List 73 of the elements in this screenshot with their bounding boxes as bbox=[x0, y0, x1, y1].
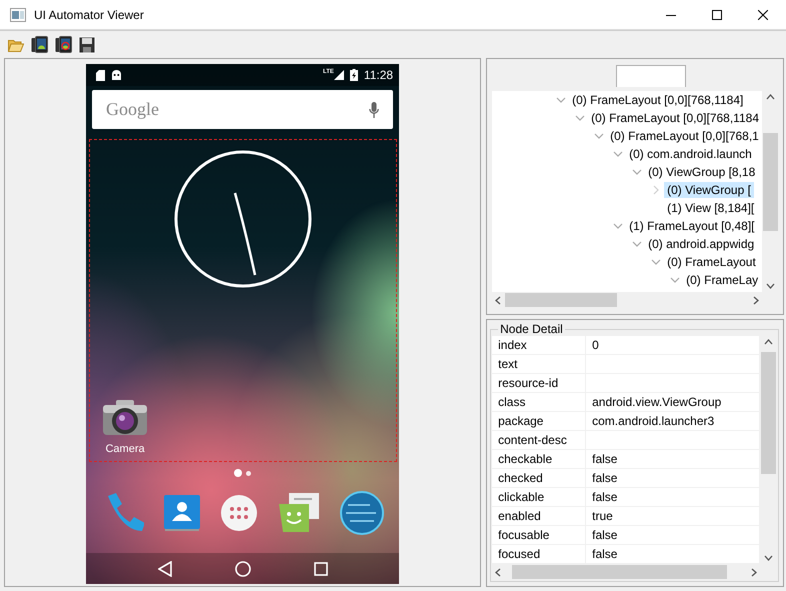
window-title: UI Automator Viewer bbox=[34, 8, 144, 22]
expanded-chevron-icon[interactable] bbox=[574, 113, 585, 123]
microphone-icon bbox=[369, 102, 380, 118]
sd-card-icon bbox=[96, 70, 106, 80]
back-icon[interactable] bbox=[158, 560, 172, 576]
scroll-right-icon bbox=[753, 296, 759, 304]
tree-node[interactable]: (0) FrameLayout bbox=[664, 254, 759, 270]
property-name: class bbox=[492, 393, 586, 412]
expanded-chevron-icon[interactable] bbox=[632, 167, 642, 177]
recents-icon[interactable] bbox=[314, 562, 328, 576]
expanded-chevron-icon[interactable] bbox=[594, 131, 604, 141]
property-value-cell: android.view.ViewGroup bbox=[586, 393, 760, 412]
save-icon[interactable] bbox=[79, 36, 95, 52]
tree-node[interactable]: (0) ViewGroup [ bbox=[664, 182, 754, 198]
scroll-down-icon bbox=[766, 283, 775, 289]
device-screenshot-icon[interactable] bbox=[55, 36, 72, 53]
scroll-right-icon bbox=[751, 568, 757, 576]
tree-node[interactable]: (1) FrameLayout [0,48][ bbox=[626, 218, 758, 234]
scroll-left-icon bbox=[495, 568, 502, 576]
expanded-chevron-icon[interactable] bbox=[670, 275, 680, 285]
property-value-cell: false bbox=[586, 450, 760, 469]
globe-icon[interactable] bbox=[340, 490, 384, 534]
tree-node[interactable]: (0) FrameLayout [0,0][768,1184 bbox=[588, 110, 762, 126]
messaging-icon[interactable] bbox=[276, 492, 321, 534]
home-icon[interactable] bbox=[234, 560, 251, 576]
status-time: 11:28 bbox=[364, 68, 394, 82]
signal-icon bbox=[334, 70, 344, 80]
android-icon bbox=[111, 70, 122, 80]
property-name: package bbox=[492, 412, 586, 431]
folder-icon[interactable] bbox=[8, 38, 24, 52]
group-title: Node Detail bbox=[499, 322, 564, 336]
property-value-cell: false bbox=[586, 526, 760, 545]
tree-node[interactable]: (0) FrameLay bbox=[683, 272, 762, 288]
app-label[interactable]: Camera bbox=[105, 443, 145, 455]
scroll-up-icon bbox=[766, 94, 775, 100]
expanded-chevron-icon[interactable] bbox=[556, 95, 566, 105]
property-name: checked bbox=[492, 469, 586, 488]
app-icon bbox=[10, 8, 26, 22]
tree-node[interactable]: (0) android.appwidg bbox=[645, 236, 758, 252]
property-value-cell: false bbox=[586, 488, 760, 507]
battery-icon bbox=[350, 69, 358, 81]
maximize-icon bbox=[712, 10, 722, 20]
tree-node[interactable]: (0) ViewGroup [8,18 bbox=[645, 164, 758, 180]
property-value-cell: true bbox=[586, 507, 760, 526]
property-value-cell: com.android.launcher3 bbox=[586, 412, 760, 431]
tree-node[interactable]: (0) FrameLayout [0,0][768,1184] bbox=[569, 92, 746, 108]
property-name: enabled bbox=[492, 507, 586, 526]
close-icon bbox=[758, 10, 768, 20]
property-name: resource-id bbox=[492, 374, 586, 393]
property-value-cell: 0 bbox=[586, 336, 760, 355]
property-name: checkable bbox=[492, 450, 586, 469]
collapsed-chevron-icon[interactable] bbox=[650, 185, 661, 195]
app-drawer-icon[interactable] bbox=[220, 494, 258, 532]
property-name: content-desc bbox=[492, 431, 586, 450]
property-name: clickable bbox=[492, 488, 586, 507]
expanded-chevron-icon[interactable] bbox=[650, 257, 661, 267]
scroll-down-icon bbox=[764, 555, 773, 561]
tree-node[interactable]: (0) com.android.launch bbox=[626, 146, 755, 162]
scroll-left-icon bbox=[495, 296, 502, 304]
filter-field[interactable] bbox=[616, 65, 686, 87]
property-name: focusable bbox=[492, 526, 586, 545]
expanded-chevron-icon[interactable] bbox=[612, 221, 623, 231]
contacts-icon[interactable] bbox=[162, 492, 201, 532]
tree-node[interactable]: (0) FrameLayout [0,0][768,1 bbox=[607, 128, 762, 144]
property-value-cell: false bbox=[586, 469, 760, 488]
expanded-chevron-icon[interactable] bbox=[632, 239, 642, 249]
expanded-chevron-icon[interactable] bbox=[612, 149, 623, 159]
tree-node[interactable]: (1) View [8,184][ bbox=[664, 200, 758, 216]
scroll-up-icon bbox=[764, 339, 773, 345]
horizontal-scrollbar[interactable] bbox=[492, 564, 760, 580]
device-screenshot-icon[interactable] bbox=[31, 36, 48, 53]
property-name: text bbox=[492, 355, 586, 374]
property-name: index bbox=[492, 336, 586, 355]
